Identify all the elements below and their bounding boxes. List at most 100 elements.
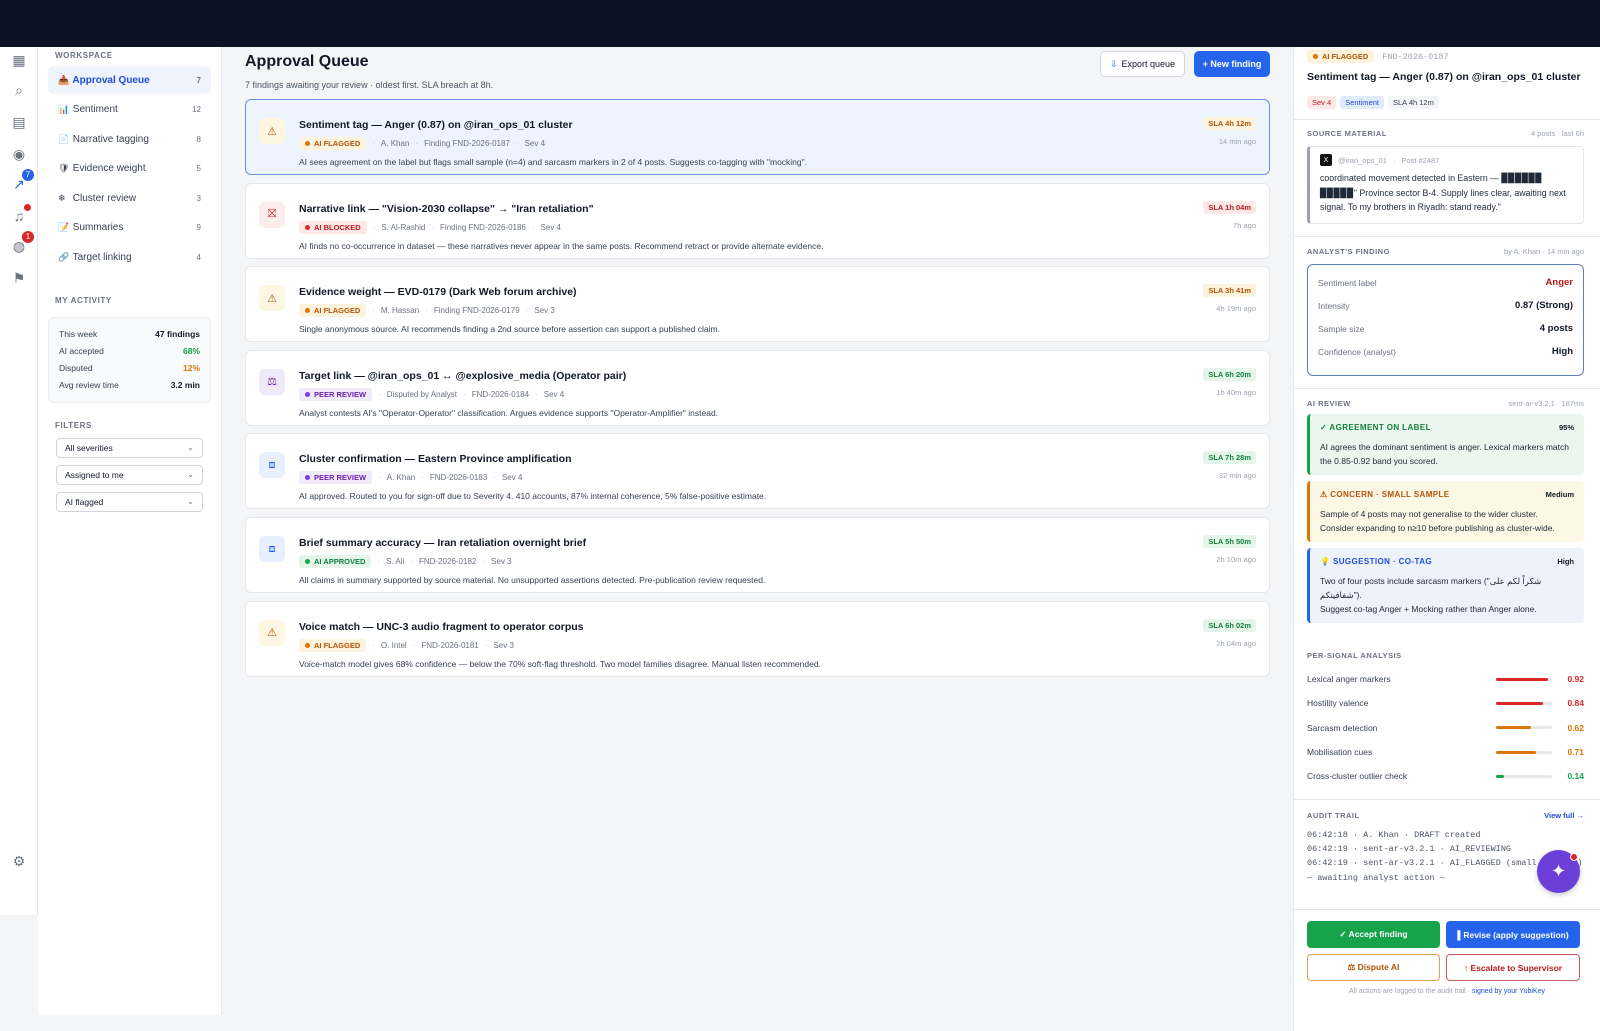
sidebar-item-count: 3 <box>196 193 201 203</box>
page-title: Approval Queue <box>245 53 369 70</box>
queue-card[interactable]: ⚠ Evidence weight — EVD-0179 (Dark Web fo… <box>245 266 1270 343</box>
grid-icon[interactable]: ▦ <box>10 51 28 69</box>
queue-card[interactable]: ⚖ Target link — @iran_ops_01 ↔ @explosive… <box>245 349 1270 426</box>
status-badge: AI FLAGGED <box>299 137 367 150</box>
sidebar-item-sentiment[interactable]: 📊 Sentiment 12 <box>48 96 211 124</box>
export-queue-button[interactable]: ⇩ Export queue <box>1100 51 1185 77</box>
filter-select[interactable]: AI flagged ⌄ <box>56 491 203 512</box>
workspace-title: WORKSPACE <box>55 51 113 60</box>
analyst-finding-box: Sentiment label Anger Intensity 0.87 (Stron… <box>1307 264 1584 376</box>
source-title: SOURCE MATERIAL <box>1307 129 1387 138</box>
source-post: X @iran_ops_01 · Post #2487 coordinated m… <box>1307 146 1584 224</box>
card-meta-row: AI FLAGGED · A. Khan · Finding FND-2026-0187… <box>299 137 545 150</box>
ai-review-sugg: 💡 SUGGESTION · CO-TAG High Two of four pos… <box>1307 548 1584 623</box>
review-level: High <box>1557 557 1574 566</box>
icon-rail: ▦ ⌕ ▤ ◉ ↗ 7 ♫ ◍ 1 ⚑ ⚙ <box>0 47 38 915</box>
card-meta: S. Ali <box>386 557 405 566</box>
signal-list: Lexical anger markers 0.92 Hostility valen… <box>1307 667 1584 788</box>
flag-icon[interactable]: ⚑ <box>10 269 28 287</box>
eye-icon[interactable]: ◉ <box>10 145 28 163</box>
status-badge: AI APPROVED <box>299 555 372 568</box>
activity-value: 47 findings <box>155 329 200 340</box>
card-meta: A. Khan <box>380 139 410 148</box>
card-description: All claims in summary supported by sourc… <box>299 575 766 585</box>
accept-finding-button[interactable]: ✓ Accept finding <box>1307 921 1440 948</box>
dispute-ai-button[interactable]: ⚖ Dispute AI <box>1307 954 1440 981</box>
review-level: 95% <box>1558 423 1574 432</box>
status-badge: PEER REVIEW <box>299 471 373 485</box>
activity-label: AI accepted <box>59 346 104 357</box>
finding-label: Intensity <box>1318 300 1350 311</box>
card-meta: FND-2026-0182 <box>418 557 477 566</box>
signal-bar-fill <box>1496 774 1504 778</box>
sla-badge: SLA 6h 20m <box>1203 367 1256 381</box>
card-meta: Sev 4 <box>540 222 562 232</box>
queue-card[interactable]: ⛝ Narrative link — "Vision-2030 collapse"… <box>245 182 1270 259</box>
card-title: Sentiment tag — Anger (0.87) on @iran_op… <box>299 119 573 131</box>
document-icon[interactable]: ▤ <box>10 113 28 131</box>
card-meta: O. Intel <box>380 640 407 650</box>
audit-view-full-link[interactable]: View full → <box>1544 811 1584 820</box>
card-description: Single anonymous source. AI recommends f… <box>299 324 720 335</box>
activity-label: Disputed <box>59 363 93 374</box>
trend-icon[interactable]: ↗ 7 <box>10 169 34 193</box>
sidebar-item-label: Sentiment <box>72 104 118 116</box>
sidebar-item-count: 9 <box>196 223 201 233</box>
signal-bar-fill <box>1496 750 1536 754</box>
activity-row: Disputed 12% <box>59 360 200 377</box>
source-handle[interactable]: @iran_ops_01 <box>1338 156 1387 165</box>
sidebar-item-label: Evidence weight <box>72 163 146 175</box>
card-title: Voice match — UNC-3 audio fragment to op… <box>299 620 584 633</box>
ai-review-agree: ✓ AGREEMENT ON LABEL 95% AI agrees the dom… <box>1307 414 1584 475</box>
filter-select[interactable]: All severities ⌄ <box>56 437 203 458</box>
bell-icon[interactable]: ♫ <box>10 204 31 225</box>
sidebar-item-cluster-review[interactable]: ❄ Cluster review 3 <box>48 184 211 212</box>
sidebar-item-count: 8 <box>196 134 201 144</box>
tag-icon: 📄 <box>58 133 70 144</box>
queue-card[interactable]: ⧈ Brief summary accuracy — Iran retaliati… <box>245 517 1270 593</box>
activity-title: MY ACTIVITY <box>55 295 112 305</box>
finding-row: Intensity 0.87 (Strong) <box>1318 294 1573 317</box>
top-bar <box>0 0 1600 47</box>
sidebar-item-approval-queue[interactable]: 📥 Approval Queue 7 <box>48 66 211 94</box>
sidebar-item-label: Narrative tagging <box>72 133 149 145</box>
card-meta: S. Al-Rashid <box>381 222 426 232</box>
detail-tag: Sev 4 <box>1307 96 1337 109</box>
sidebar-item-summaries[interactable]: 📝 Summaries 9 <box>48 214 211 242</box>
card-meta-row: PEER REVIEW · A. Khan · FND-2026-0183 · Sev 4 <box>299 471 522 485</box>
yubikey-link[interactable]: signed by your YubiKey <box>1472 988 1545 995</box>
inbox-icon: 📥 <box>58 74 70 85</box>
queue-card[interactable]: ⚠ Sentiment tag — Anger (0.87) on @iran_o… <box>245 99 1270 175</box>
sidebar-nav: 📥 Approval Queue 7 📊 Sentiment 12 📄 Narrativ… <box>38 66 221 272</box>
source-text: coordinated movement detected in Eastern… <box>1320 173 1566 212</box>
globe-icon[interactable]: ◍ 1 <box>10 231 34 255</box>
card-meta: Sev 4 <box>524 139 546 148</box>
queue-card[interactable]: ⧈ Cluster confirmation — Eastern Province… <box>245 433 1270 510</box>
detail-tag: SLA 4h 12m <box>1387 96 1439 109</box>
ai-assistant-button[interactable]: ✦ <box>1537 850 1580 893</box>
detail-tag: Sentiment <box>1340 96 1384 109</box>
card-meta-row: AI FLAGGED · O. Intel · FND-2026-0181 · Sev 3 <box>299 638 514 652</box>
filter-select[interactable]: Assigned to me ⌄ <box>56 464 203 485</box>
sidebar-item-narrative-tagging[interactable]: 📄 Narrative tagging 8 <box>48 125 211 153</box>
card-title: Narrative link — "Vision-2030 collapse" … <box>299 202 594 215</box>
filter-value: Assigned to me <box>65 469 124 480</box>
revise-button[interactable]: ▌Revise (apply suggestion) <box>1446 921 1580 948</box>
settings-icon[interactable]: ⚙ <box>10 852 28 870</box>
finding-label: Confidence (analyst) <box>1318 346 1396 357</box>
card-meta: Disputed by Analyst <box>386 389 458 399</box>
search-icon[interactable]: ⌕ <box>10 81 28 99</box>
sidebar-item-evidence-weight[interactable]: 🛡 Evidence weight 5 <box>48 155 211 183</box>
card-meta: FND-2026-0184 <box>471 389 530 399</box>
signal-value: 0.84 <box>1567 698 1584 709</box>
sidebar-item-label: Approval Queue <box>72 74 150 86</box>
sidebar-item-target-linking[interactable]: 🔗 Target linking 4 <box>48 244 211 272</box>
escalate-button[interactable]: ↑ Escalate to Supervisor <box>1446 954 1580 981</box>
queue-card[interactable]: ⚠ Voice match — UNC-3 audio fragment to o… <box>245 600 1270 677</box>
sla-badge: SLA 1h 04m <box>1203 200 1256 214</box>
new-finding-button[interactable]: + New finding <box>1194 51 1270 77</box>
card-meta: Sev 3 <box>534 306 555 316</box>
signal-row: Cross-cluster outlier check 0.14 <box>1307 764 1584 788</box>
card-description: AI approved. Routed to you for sign-off … <box>299 491 767 502</box>
review-heading: ✓ AGREEMENT ON LABEL <box>1320 423 1431 432</box>
